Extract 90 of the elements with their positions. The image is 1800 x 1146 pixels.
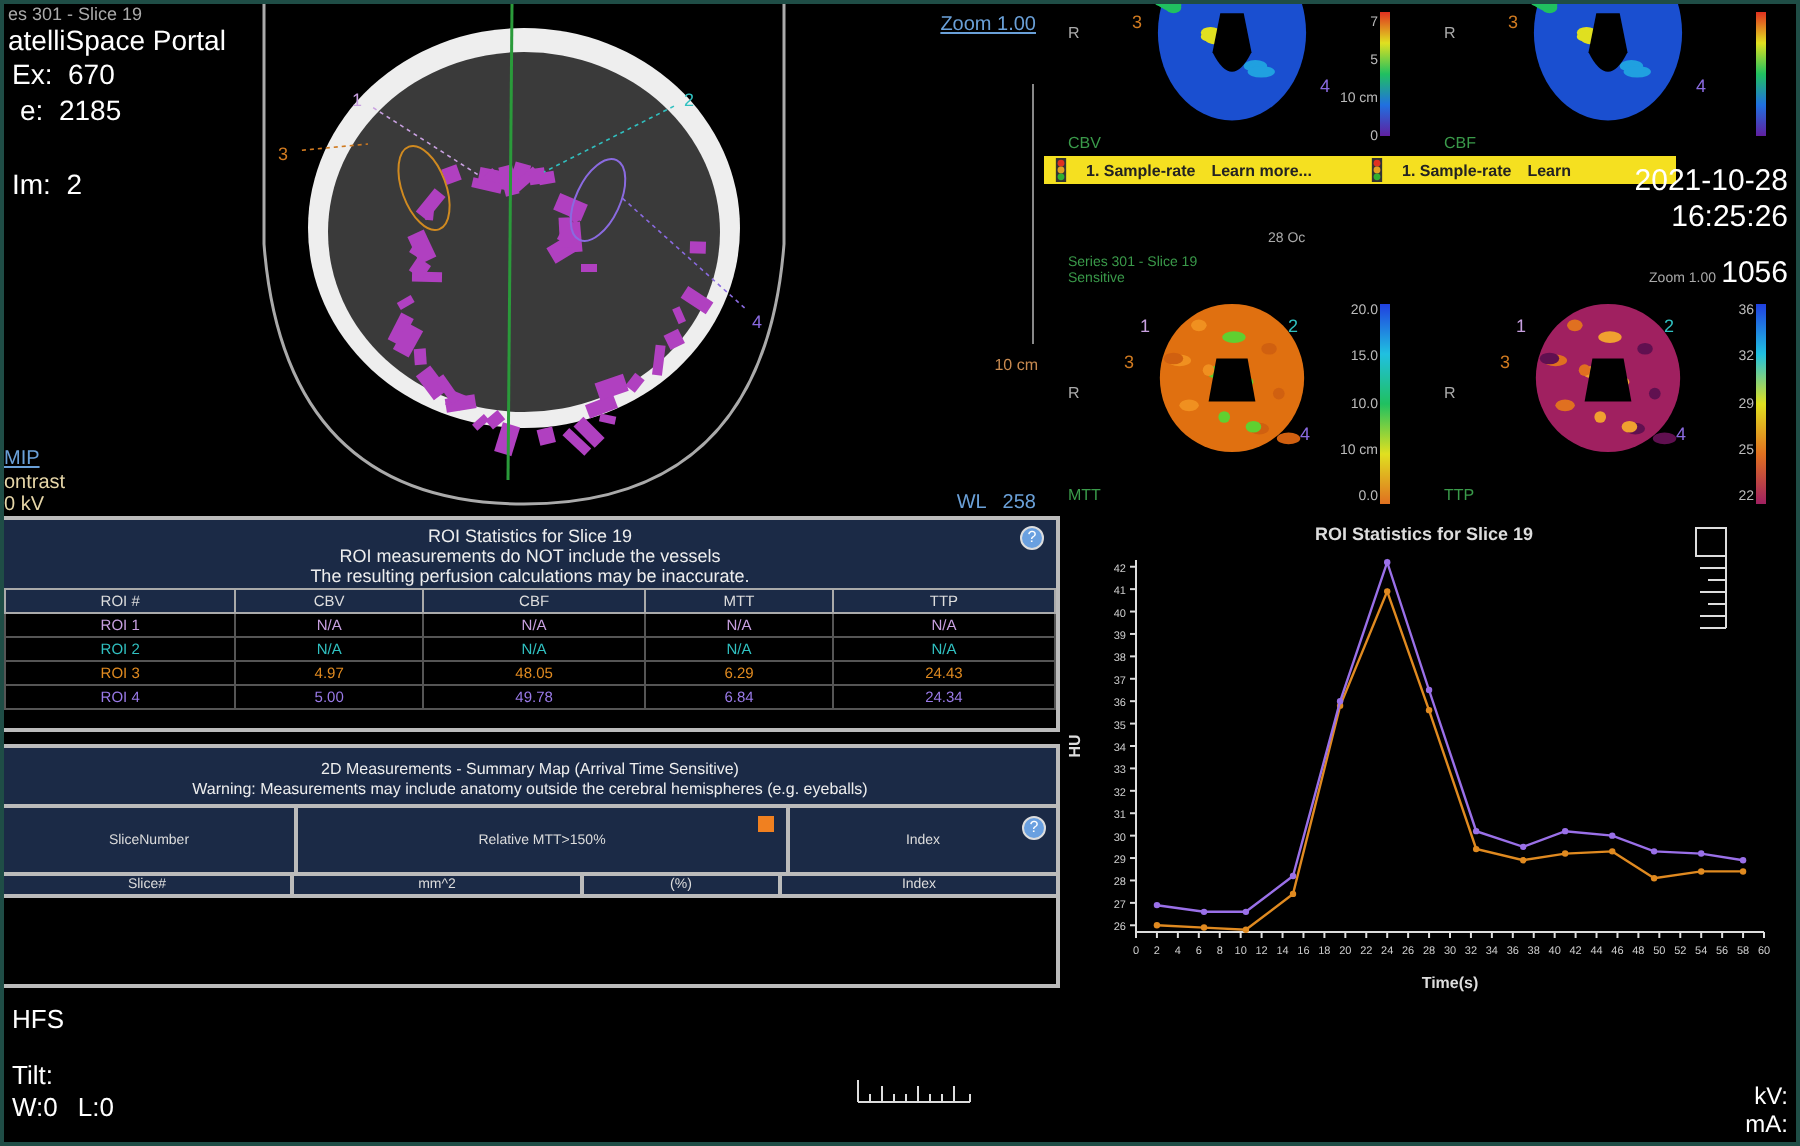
kv-label: 0 kV [4, 494, 45, 516]
roi-label: 3 [1124, 352, 1135, 372]
contrast-label: ontrast [4, 472, 66, 494]
data-point [1561, 850, 1569, 857]
notice-text: 1. Sample-rate [1402, 161, 1512, 179]
legend-icon [1695, 527, 1727, 629]
map-name: TTP [1444, 486, 1475, 504]
window-level-label: WL 258 [956, 492, 1036, 514]
map-name: CBF [1444, 134, 1476, 152]
orientation-label: R [1444, 24, 1456, 42]
data-point [1739, 857, 1747, 864]
notice-text: 1. Sample-rate [1086, 161, 1196, 179]
learn-more-link[interactable]: Learn [1527, 161, 1571, 179]
mode-link[interactable]: MIP [4, 448, 40, 470]
data-point [1739, 868, 1747, 875]
tilt-label: Tilt: [12, 1060, 53, 1090]
data-point [1200, 908, 1208, 916]
roi-label: 2 [1288, 316, 1299, 336]
data-point [1561, 827, 1569, 835]
data-point [1289, 872, 1297, 880]
orientation-label: R [1444, 384, 1456, 402]
map-name: CBV [1068, 134, 1101, 152]
data-point [1200, 924, 1208, 931]
level-label: L:0 [77, 1092, 114, 1122]
ruler-icon [856, 1076, 972, 1104]
image-value: 1056 [1721, 256, 1788, 290]
panel-title: ROI Statistics for Slice 19 [427, 526, 633, 546]
panel-title: Warning: Measurements may include anatomy outside the cerebral hemispheres (e.g. eyeballs) [192, 780, 868, 800]
roi-label: 3 [278, 144, 289, 164]
window-label: W:0 [12, 1092, 58, 1122]
traffic-light-icon [1368, 158, 1386, 182]
orientation-label: R [1068, 384, 1080, 402]
series-number: e: 2185 [20, 94, 122, 126]
data-point [1698, 850, 1705, 857]
orientation-label: R [1068, 24, 1080, 42]
patient-position: HFS [12, 1004, 64, 1034]
color-marker [758, 816, 774, 832]
data-point [1242, 908, 1250, 916]
data-point [1472, 827, 1480, 835]
data-point [1650, 848, 1658, 855]
exam-number: Ex: 670 [12, 58, 115, 90]
roi-label: 4 [1696, 76, 1707, 96]
roi-label: 4 [1320, 76, 1331, 96]
roi-label: 3 [1508, 12, 1519, 32]
series-label: es 301 - Slice 19 [8, 4, 143, 24]
data-point [1384, 588, 1391, 595]
roi-label: 1 [1516, 316, 1527, 336]
learn-more-link[interactable]: Learn more... [1211, 161, 1312, 179]
leader-line [543, 105, 675, 173]
app-title: atelliSpace Portal [8, 24, 226, 56]
data-point [1425, 706, 1433, 714]
map-name: MTT [1068, 486, 1101, 504]
panel-title: ROI measurements do NOT include the vessels [339, 546, 721, 566]
data-point [1153, 901, 1161, 909]
data-point [1609, 848, 1616, 855]
data-point [1153, 922, 1161, 929]
axis-title: Time(s) [1421, 974, 1479, 992]
roi-label: 4 [1676, 424, 1687, 444]
zoom-link[interactable]: Zoom 1.00 [940, 14, 1036, 36]
data-point [1650, 875, 1658, 882]
data-point [1520, 857, 1527, 864]
study-time: 16:25:26 [1671, 200, 1788, 234]
data-point [1425, 686, 1433, 694]
roi-label: 4 [1300, 424, 1311, 444]
data-point [1289, 890, 1297, 898]
traffic-light-icon [1052, 158, 1070, 182]
color-scale-bar [1380, 12, 1390, 136]
panel-title: 2D Measurements - Summary Map (Arrival Time Sensitive) [321, 760, 739, 780]
data-point [1698, 868, 1705, 875]
scale-label: 10 cm [994, 356, 1038, 374]
leader-line [301, 143, 369, 152]
roi-label: 3 [1500, 352, 1511, 372]
study-date: 2021-10-28 [1634, 164, 1788, 198]
roi-label: 2 [1664, 316, 1675, 336]
data-point [1242, 926, 1250, 933]
data-point [1609, 832, 1616, 839]
leader-line [372, 106, 481, 177]
chart-title: ROI Statistics for Slice 19 [1314, 524, 1534, 544]
roi-label: 1 [1140, 316, 1151, 336]
data-point [1384, 559, 1391, 566]
data-point [1472, 845, 1480, 853]
panel-title: The resulting perfusion calculations may be inaccurate. [310, 566, 750, 586]
roi-label: 4 [752, 312, 763, 332]
kv-label: kV: [1754, 1082, 1788, 1110]
data-point [1520, 843, 1527, 851]
image-number: Im: 2 [12, 168, 83, 200]
roi-label: 3 [1132, 12, 1143, 32]
axis-title: HU [1066, 734, 1084, 758]
color-scale-bar [1756, 12, 1766, 136]
ma-label: mA: [1745, 1110, 1788, 1138]
